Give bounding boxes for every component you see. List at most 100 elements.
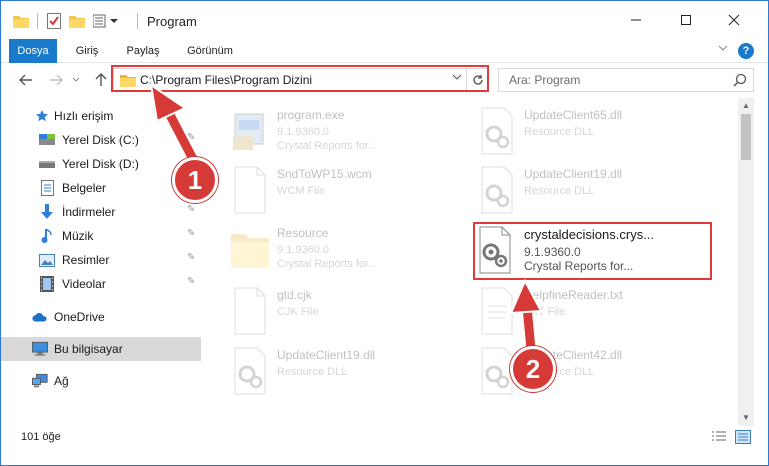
folder-icon (229, 224, 271, 274)
close-button[interactable] (711, 1, 757, 39)
search-icon[interactable] (733, 73, 747, 90)
back-arrow-icon[interactable] (15, 69, 37, 91)
chevron-down-icon[interactable] (715, 43, 731, 59)
sidebar-item-label: İndirmeler (62, 205, 116, 219)
minimize-button[interactable] (613, 1, 659, 39)
file-tile[interactable]: UpdateClient65.dll Resource DLL (476, 104, 716, 162)
file-highlight-box (473, 222, 712, 280)
address-highlight-box (111, 65, 489, 92)
file-tile[interactable]: HelpfineReader.txt TXT File (476, 284, 716, 342)
pin-icon[interactable]: ✎ (187, 132, 195, 143)
item-count: 101 öğe (21, 431, 61, 443)
onedrive-icon (32, 309, 48, 325)
details-view-icon[interactable] (711, 430, 727, 447)
sidebar-item-label: Videolar (62, 277, 106, 291)
file-detail: 9.1.9360.0 (277, 244, 329, 256)
pin-icon[interactable]: ✎ (187, 276, 195, 287)
new-folder-icon[interactable] (69, 11, 85, 31)
sidebar-item-label: Bu bilgisayar (54, 342, 123, 356)
sidebar-item-disk-d[interactable]: Yerel Disk (D:) ✎ (1, 152, 201, 176)
file-detail: TXT File (524, 306, 566, 318)
pin-icon[interactable]: ✎ (187, 204, 195, 215)
file-name: UpdateClient19.dll (277, 348, 376, 362)
pictures-icon (39, 252, 55, 268)
properties-check-icon[interactable] (47, 11, 63, 31)
sidebar-item-pictures[interactable]: Resimler ✎ (1, 248, 201, 272)
tab-file[interactable]: Dosya (9, 39, 57, 63)
file-tile[interactable]: program.exe 9.1.9360.0 Crystal Reports f… (229, 104, 469, 162)
file-name: SndToWP15.wcm (277, 167, 372, 181)
step-1-badge: 1 (172, 157, 218, 203)
drive-icon (39, 156, 55, 172)
scroll-up-icon[interactable]: ▲ (738, 98, 754, 114)
sidebar-item-quick-access[interactable]: Hızlı erişim (1, 104, 201, 128)
sidebar-item-label: Resimler (62, 253, 110, 267)
file-detail: 9.1.9360.0 (277, 126, 329, 138)
file-detail: CJK File (277, 306, 319, 318)
sidebar-item-network[interactable]: Ağ (1, 369, 201, 393)
file-tile[interactable]: gtd.cjk CJK File (229, 284, 469, 342)
pin-icon[interactable]: ✎ (187, 252, 195, 263)
search-input[interactable]: Ara: Program (509, 73, 580, 87)
explorer-window: Program Dosya Giriş Paylaş Görünüm ? C:\… (0, 0, 769, 466)
sidebar-item-onedrive[interactable]: OneDrive (1, 305, 201, 329)
sidebar-item-label: Yerel Disk (C:) (62, 133, 139, 147)
window-title: Program (147, 14, 197, 29)
videos-icon (39, 276, 55, 292)
vertical-scrollbar[interactable]: ▲ ▼ (738, 98, 754, 426)
file-detail: Resource DLL (277, 366, 348, 378)
file-detail: Resource DLL (524, 126, 595, 138)
network-icon (32, 373, 48, 389)
file-name: UpdateClient65.dll (524, 108, 623, 122)
sidebar-item-videos[interactable]: Videolar ✎ (1, 272, 201, 296)
tab-share[interactable]: Paylaş (121, 39, 165, 63)
sidebar-item-label: Hızlı erişim (54, 109, 114, 123)
maximize-button[interactable] (663, 1, 709, 39)
sidebar-item-this-pc[interactable]: Bu bilgisayar (1, 337, 201, 361)
sidebar-item-documents[interactable]: Belgeler ✎ (1, 176, 201, 200)
sidebar-item-label: Yerel Disk (D:) (62, 157, 139, 171)
folder-icon[interactable] (13, 11, 29, 31)
file-tile[interactable]: SndToWP15.wcm WCM File (229, 163, 469, 221)
sidebar-item-downloads[interactable]: İndirmeler ✎ (1, 200, 201, 224)
file-name: UpdateClient19.dll (524, 167, 623, 181)
up-arrow-icon[interactable] (90, 69, 112, 91)
customize-toolbar-icon[interactable] (93, 11, 121, 31)
recent-locations-chevron-icon[interactable] (69, 69, 83, 91)
computer-icon (32, 341, 48, 357)
dll-icon (476, 106, 518, 156)
exe-icon (229, 106, 271, 156)
title-bar: Program (1, 1, 768, 39)
file-detail: WCM File (277, 185, 326, 197)
help-icon[interactable]: ? (738, 43, 754, 59)
tab-home[interactable]: Giriş (67, 39, 107, 63)
drive-icon (39, 132, 55, 148)
search-box[interactable]: Ara: Program (498, 68, 754, 92)
pin-icon[interactable]: ✎ (187, 228, 195, 239)
file-name: HelpfineReader.txt (524, 288, 623, 302)
tab-view[interactable]: Görünüm (179, 39, 241, 63)
forward-arrow-icon[interactable] (45, 69, 67, 91)
sidebar-item-music[interactable]: Müzik ✎ (1, 224, 201, 248)
sidebar-item-disk-c[interactable]: Yerel Disk (C:) ✎ (1, 128, 201, 152)
file-icon (229, 286, 271, 336)
status-bar: 101 öğe (1, 426, 768, 450)
file-name: gtd.cjk (277, 288, 312, 302)
file-detail: Resource DLL (524, 185, 595, 197)
dll-icon (229, 346, 271, 396)
file-tile[interactable]: UpdateClient19.dll Resource DLL (229, 344, 469, 402)
sidebar-item-label: Ağ (54, 374, 69, 388)
ribbon-tabs: Dosya Giriş Paylaş Görünüm ? (1, 39, 768, 63)
downloads-icon (39, 204, 55, 220)
file-tile[interactable]: Resource 9.1.9360.0 Crystal Reports for.… (229, 222, 469, 280)
scroll-down-icon[interactable]: ▼ (738, 410, 754, 426)
title-divider (137, 13, 138, 29)
file-name: program.exe (277, 108, 345, 122)
large-icons-view-icon[interactable] (735, 430, 751, 447)
navigation-pane: Hızlı erişim Yerel Disk (C:) ✎ Yerel Dis… (1, 101, 206, 421)
file-detail: Crystal Reports for... (277, 258, 378, 270)
sidebar-item-label: OneDrive (54, 310, 105, 324)
dll-icon (476, 165, 518, 215)
file-tile[interactable]: UpdateClient19.dll Resource DLL (476, 163, 716, 221)
scroll-thumb[interactable] (741, 114, 751, 160)
